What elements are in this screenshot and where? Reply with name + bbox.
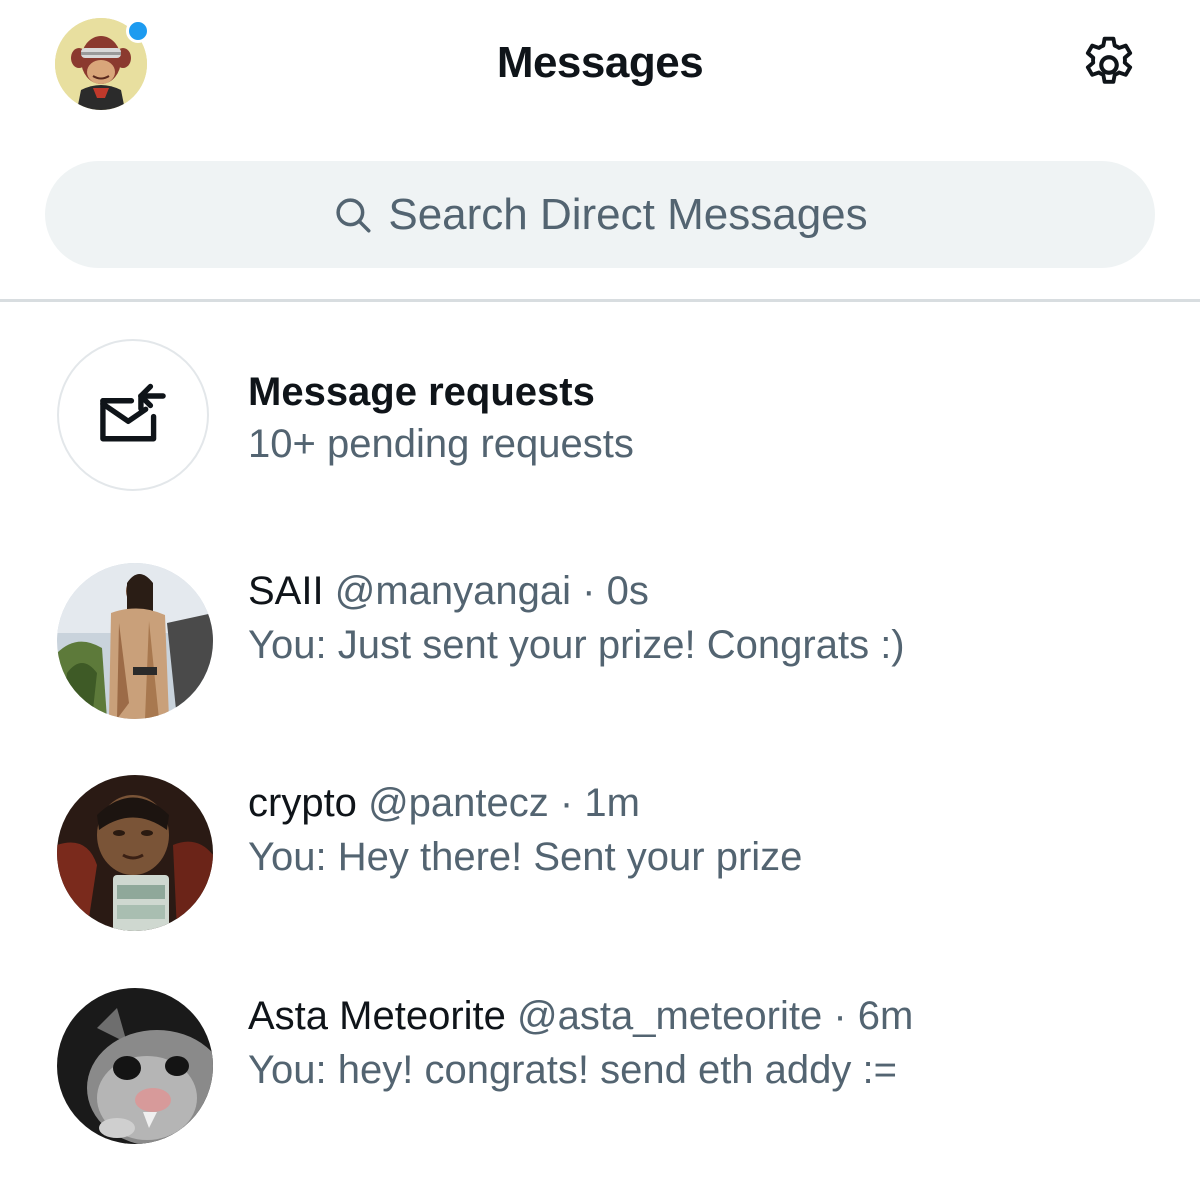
- conversation-item[interactable]: Asta Meteorite @asta_meteorite · 6m You:…: [0, 988, 1200, 1178]
- search-input[interactable]: Search Direct Messages: [45, 161, 1155, 268]
- conversation-time: 1m: [584, 781, 640, 825]
- message-requests-title: Message requests: [248, 370, 595, 414]
- divider: [0, 299, 1200, 302]
- avatar: [57, 775, 213, 931]
- avatar: [57, 988, 213, 1144]
- conversation-item[interactable]: SAII @manyangai · 0s You: Just sent your…: [0, 563, 1200, 753]
- conversation-handle: @manyangai: [334, 569, 572, 613]
- envelope-arrow-icon: [100, 383, 166, 442]
- settings-button[interactable]: [1078, 34, 1140, 96]
- message-requests-row[interactable]: Message requests 10+ pending requests: [0, 330, 1200, 510]
- conversation-name: Asta Meteorite: [248, 994, 506, 1038]
- conversation-preview: You: hey! congrats! send eth addy :=: [248, 1048, 897, 1092]
- conversation-handle: @asta_meteorite: [517, 994, 823, 1038]
- message-requests-subtitle: 10+ pending requests: [248, 422, 634, 466]
- separator-dot: ·: [559, 781, 574, 825]
- message-requests-icon-circle: [57, 339, 209, 491]
- conversation-time: 0s: [606, 569, 649, 613]
- conversation-header: crypto @pantecz · 1m: [248, 781, 640, 826]
- header: Messages: [0, 0, 1200, 140]
- conversation-header: SAII @manyangai · 0s: [248, 569, 649, 614]
- conversation-item[interactable]: crypto @pantecz · 1m You: Hey there! Sen…: [0, 775, 1200, 965]
- search-icon: [332, 194, 374, 236]
- conversation-time: 6m: [857, 994, 914, 1038]
- search-placeholder: Search Direct Messages: [388, 189, 868, 239]
- separator-dot: ·: [582, 569, 596, 613]
- conversation-handle: @pantecz: [368, 781, 549, 825]
- separator-dot: ·: [833, 994, 847, 1038]
- conversation-name: SAII: [248, 569, 324, 613]
- conversation-preview: You: Hey there! Sent your prize: [248, 835, 803, 879]
- conversation-header: Asta Meteorite @asta_meteorite · 6m: [248, 994, 913, 1039]
- gear-icon: [1085, 36, 1133, 84]
- page-title: Messages: [496, 38, 704, 87]
- avatar: [57, 563, 213, 719]
- conversation-preview: You: Just sent your prize! Congrats :): [248, 623, 905, 667]
- conversation-name: crypto: [248, 781, 357, 825]
